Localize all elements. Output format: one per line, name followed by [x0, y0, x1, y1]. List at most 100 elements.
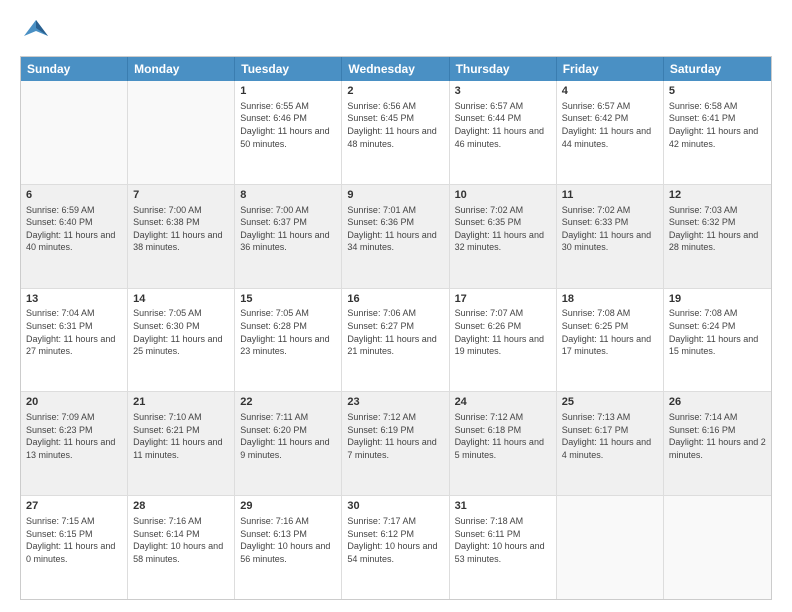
calendar-cell: 14Sunrise: 7:05 AM Sunset: 6:30 PM Dayli… — [128, 289, 235, 392]
calendar-cell: 1Sunrise: 6:55 AM Sunset: 6:46 PM Daylig… — [235, 81, 342, 184]
day-number: 1 — [240, 84, 336, 99]
day-of-week-tuesday: Tuesday — [235, 57, 342, 81]
day-number: 25 — [562, 395, 658, 410]
calendar-cell: 28Sunrise: 7:16 AM Sunset: 6:14 PM Dayli… — [128, 496, 235, 599]
cell-info: Sunrise: 7:04 AM Sunset: 6:31 PM Dayligh… — [26, 307, 122, 357]
calendar-cell: 3Sunrise: 6:57 AM Sunset: 6:44 PM Daylig… — [450, 81, 557, 184]
calendar-cell: 22Sunrise: 7:11 AM Sunset: 6:20 PM Dayli… — [235, 392, 342, 495]
cell-info: Sunrise: 7:16 AM Sunset: 6:13 PM Dayligh… — [240, 515, 336, 565]
day-number: 6 — [26, 188, 122, 203]
cell-info: Sunrise: 7:07 AM Sunset: 6:26 PM Dayligh… — [455, 307, 551, 357]
day-number: 5 — [669, 84, 766, 99]
day-number: 24 — [455, 395, 551, 410]
calendar-cell: 6Sunrise: 6:59 AM Sunset: 6:40 PM Daylig… — [21, 185, 128, 288]
day-number: 21 — [133, 395, 229, 410]
day-number: 20 — [26, 395, 122, 410]
calendar-cell — [664, 496, 771, 599]
calendar-cell: 9Sunrise: 7:01 AM Sunset: 6:36 PM Daylig… — [342, 185, 449, 288]
day-number: 3 — [455, 84, 551, 99]
cell-info: Sunrise: 7:00 AM Sunset: 6:38 PM Dayligh… — [133, 204, 229, 254]
day-number: 8 — [240, 188, 336, 203]
day-of-week-sunday: Sunday — [21, 57, 128, 81]
calendar-cell: 20Sunrise: 7:09 AM Sunset: 6:23 PM Dayli… — [21, 392, 128, 495]
cell-info: Sunrise: 7:18 AM Sunset: 6:11 PM Dayligh… — [455, 515, 551, 565]
day-of-week-wednesday: Wednesday — [342, 57, 449, 81]
day-number: 13 — [26, 292, 122, 307]
calendar-row-4: 20Sunrise: 7:09 AM Sunset: 6:23 PM Dayli… — [21, 392, 771, 496]
calendar-cell — [557, 496, 664, 599]
calendar-cell: 29Sunrise: 7:16 AM Sunset: 6:13 PM Dayli… — [235, 496, 342, 599]
day-number: 27 — [26, 499, 122, 514]
cell-info: Sunrise: 7:03 AM Sunset: 6:32 PM Dayligh… — [669, 204, 766, 254]
calendar-header: SundayMondayTuesdayWednesdayThursdayFrid… — [21, 57, 771, 81]
cell-info: Sunrise: 7:12 AM Sunset: 6:19 PM Dayligh… — [347, 411, 443, 461]
cell-info: Sunrise: 7:17 AM Sunset: 6:12 PM Dayligh… — [347, 515, 443, 565]
cell-info: Sunrise: 6:56 AM Sunset: 6:45 PM Dayligh… — [347, 100, 443, 150]
calendar-cell — [21, 81, 128, 184]
calendar-cell: 11Sunrise: 7:02 AM Sunset: 6:33 PM Dayli… — [557, 185, 664, 288]
calendar-cell: 31Sunrise: 7:18 AM Sunset: 6:11 PM Dayli… — [450, 496, 557, 599]
calendar-cell: 21Sunrise: 7:10 AM Sunset: 6:21 PM Dayli… — [128, 392, 235, 495]
calendar-cell: 26Sunrise: 7:14 AM Sunset: 6:16 PM Dayli… — [664, 392, 771, 495]
day-number: 23 — [347, 395, 443, 410]
calendar-cell: 2Sunrise: 6:56 AM Sunset: 6:45 PM Daylig… — [342, 81, 449, 184]
cell-info: Sunrise: 7:01 AM Sunset: 6:36 PM Dayligh… — [347, 204, 443, 254]
calendar-cell: 24Sunrise: 7:12 AM Sunset: 6:18 PM Dayli… — [450, 392, 557, 495]
day-number: 19 — [669, 292, 766, 307]
day-of-week-thursday: Thursday — [450, 57, 557, 81]
calendar-cell: 30Sunrise: 7:17 AM Sunset: 6:12 PM Dayli… — [342, 496, 449, 599]
day-of-week-monday: Monday — [128, 57, 235, 81]
calendar-cell: 23Sunrise: 7:12 AM Sunset: 6:19 PM Dayli… — [342, 392, 449, 495]
calendar-cell: 16Sunrise: 7:06 AM Sunset: 6:27 PM Dayli… — [342, 289, 449, 392]
day-number: 30 — [347, 499, 443, 514]
cell-info: Sunrise: 6:57 AM Sunset: 6:42 PM Dayligh… — [562, 100, 658, 150]
cell-info: Sunrise: 7:05 AM Sunset: 6:28 PM Dayligh… — [240, 307, 336, 357]
day-number: 22 — [240, 395, 336, 410]
calendar-cell: 18Sunrise: 7:08 AM Sunset: 6:25 PM Dayli… — [557, 289, 664, 392]
day-number: 7 — [133, 188, 229, 203]
header — [20, 16, 772, 48]
cell-info: Sunrise: 7:05 AM Sunset: 6:30 PM Dayligh… — [133, 307, 229, 357]
calendar-cell: 4Sunrise: 6:57 AM Sunset: 6:42 PM Daylig… — [557, 81, 664, 184]
cell-info: Sunrise: 7:12 AM Sunset: 6:18 PM Dayligh… — [455, 411, 551, 461]
cell-info: Sunrise: 7:06 AM Sunset: 6:27 PM Dayligh… — [347, 307, 443, 357]
cell-info: Sunrise: 6:58 AM Sunset: 6:41 PM Dayligh… — [669, 100, 766, 150]
day-of-week-friday: Friday — [557, 57, 664, 81]
calendar-cell: 8Sunrise: 7:00 AM Sunset: 6:37 PM Daylig… — [235, 185, 342, 288]
day-number: 4 — [562, 84, 658, 99]
day-number: 9 — [347, 188, 443, 203]
day-number: 15 — [240, 292, 336, 307]
day-number: 31 — [455, 499, 551, 514]
day-of-week-saturday: Saturday — [664, 57, 771, 81]
calendar-cell: 17Sunrise: 7:07 AM Sunset: 6:26 PM Dayli… — [450, 289, 557, 392]
cell-info: Sunrise: 7:08 AM Sunset: 6:25 PM Dayligh… — [562, 307, 658, 357]
cell-info: Sunrise: 7:02 AM Sunset: 6:35 PM Dayligh… — [455, 204, 551, 254]
calendar-row-2: 6Sunrise: 6:59 AM Sunset: 6:40 PM Daylig… — [21, 185, 771, 289]
calendar-cell: 5Sunrise: 6:58 AM Sunset: 6:41 PM Daylig… — [664, 81, 771, 184]
day-number: 17 — [455, 292, 551, 307]
calendar-cell: 7Sunrise: 7:00 AM Sunset: 6:38 PM Daylig… — [128, 185, 235, 288]
calendar-cell: 10Sunrise: 7:02 AM Sunset: 6:35 PM Dayli… — [450, 185, 557, 288]
cell-info: Sunrise: 7:13 AM Sunset: 6:17 PM Dayligh… — [562, 411, 658, 461]
day-number: 10 — [455, 188, 551, 203]
cell-info: Sunrise: 7:00 AM Sunset: 6:37 PM Dayligh… — [240, 204, 336, 254]
day-number: 28 — [133, 499, 229, 514]
cell-info: Sunrise: 7:08 AM Sunset: 6:24 PM Dayligh… — [669, 307, 766, 357]
calendar-cell: 27Sunrise: 7:15 AM Sunset: 6:15 PM Dayli… — [21, 496, 128, 599]
day-number: 18 — [562, 292, 658, 307]
calendar-cell: 15Sunrise: 7:05 AM Sunset: 6:28 PM Dayli… — [235, 289, 342, 392]
calendar-row-1: 1Sunrise: 6:55 AM Sunset: 6:46 PM Daylig… — [21, 81, 771, 185]
cell-info: Sunrise: 6:55 AM Sunset: 6:46 PM Dayligh… — [240, 100, 336, 150]
cell-info: Sunrise: 7:14 AM Sunset: 6:16 PM Dayligh… — [669, 411, 766, 461]
day-number: 11 — [562, 188, 658, 203]
logo-bird-icon — [22, 16, 50, 48]
page: SundayMondayTuesdayWednesdayThursdayFrid… — [0, 0, 792, 612]
calendar-cell: 19Sunrise: 7:08 AM Sunset: 6:24 PM Dayli… — [664, 289, 771, 392]
calendar-row-3: 13Sunrise: 7:04 AM Sunset: 6:31 PM Dayli… — [21, 289, 771, 393]
cell-info: Sunrise: 7:10 AM Sunset: 6:21 PM Dayligh… — [133, 411, 229, 461]
calendar-cell: 25Sunrise: 7:13 AM Sunset: 6:17 PM Dayli… — [557, 392, 664, 495]
cell-info: Sunrise: 6:59 AM Sunset: 6:40 PM Dayligh… — [26, 204, 122, 254]
calendar-row-5: 27Sunrise: 7:15 AM Sunset: 6:15 PM Dayli… — [21, 496, 771, 599]
day-number: 26 — [669, 395, 766, 410]
calendar-cell: 13Sunrise: 7:04 AM Sunset: 6:31 PM Dayli… — [21, 289, 128, 392]
